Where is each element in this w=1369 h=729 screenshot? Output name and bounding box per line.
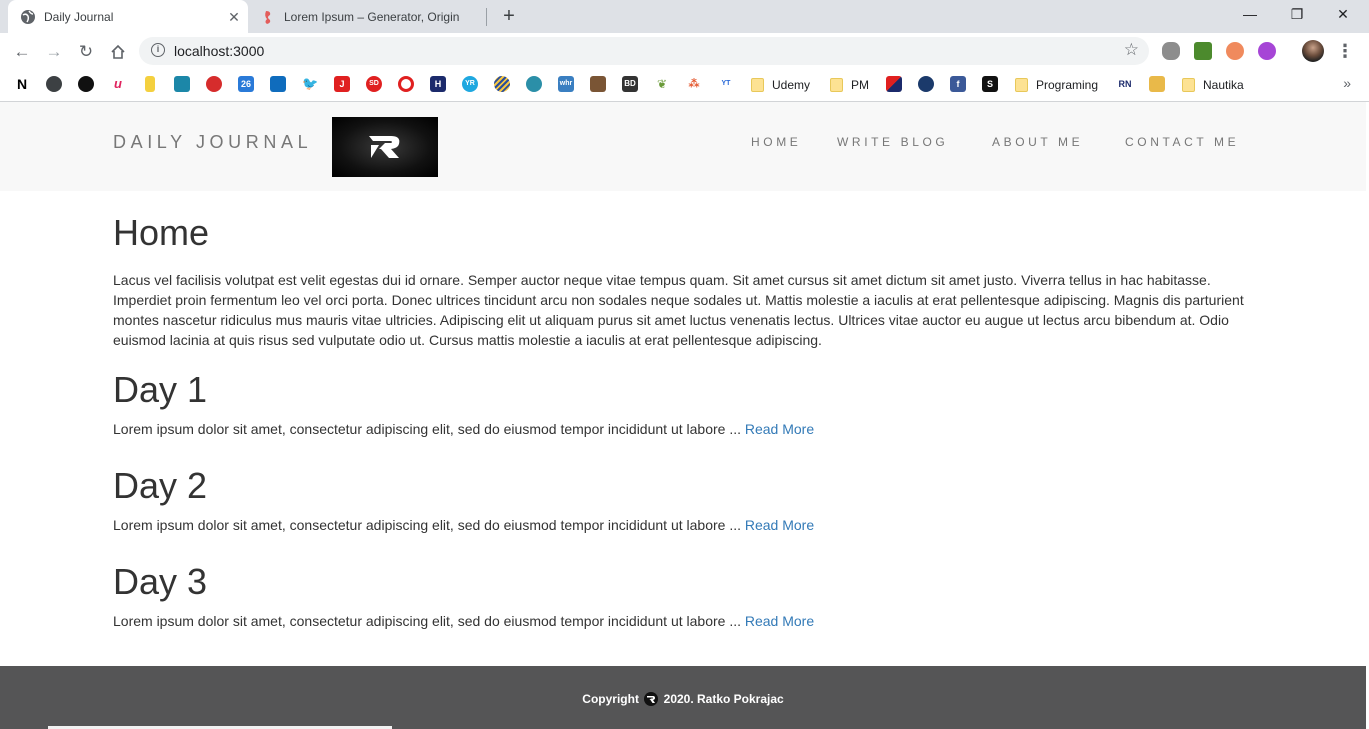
folder-icon bbox=[751, 78, 764, 92]
extension-purple-icon[interactable] bbox=[1258, 42, 1276, 60]
read-more-link[interactable]: Read More bbox=[745, 613, 814, 629]
copyright-text: Copyright 2020. Ratko Pokrajac bbox=[0, 692, 1366, 706]
bookmark-calendar-icon[interactable]: 26 bbox=[238, 76, 254, 92]
bookmark-github-icon[interactable] bbox=[78, 76, 94, 92]
new-tab-icon[interactable]: + bbox=[499, 6, 519, 27]
tab-strip: Daily Journal ✕ Lorem Ipsum – Generator,… bbox=[0, 0, 1369, 33]
browser-toolbar: ← → ↻ i localhost:3000 ☆ ⋮ bbox=[0, 33, 1369, 70]
post-title: Day 2 bbox=[113, 465, 208, 506]
bookmark-whr-icon[interactable]: whr bbox=[558, 76, 574, 92]
bookmark-folder-nautika[interactable]: Nautika bbox=[1182, 76, 1244, 94]
more-bookmarks-icon[interactable]: » bbox=[1343, 75, 1351, 91]
url-text: localhost:3000 bbox=[174, 43, 265, 59]
bookmark-h-icon[interactable]: H bbox=[430, 76, 446, 92]
post-title: Day 3 bbox=[113, 561, 208, 602]
close-window-icon[interactable]: ✕ bbox=[1331, 4, 1355, 24]
site-navbar: DAILY JOURNAL HOME WRITE BLOG ABOUT ME C… bbox=[0, 102, 1366, 191]
bookmark-leaf-icon[interactable]: ❦ bbox=[654, 76, 670, 92]
folder-label: Udemy bbox=[772, 78, 811, 92]
excerpt-text: Lorem ipsum dolor sit amet, consectetur … bbox=[113, 517, 741, 533]
bookmarks-bar: N u 26 🐦 J SD H YR whr BD ❦ ⁂ YT Udemy P… bbox=[0, 70, 1369, 102]
site-info-icon[interactable]: i bbox=[151, 43, 165, 57]
bookmark-record-icon[interactable] bbox=[398, 76, 414, 92]
copyright-prefix: Copyright bbox=[582, 692, 639, 706]
excerpt-text: Lorem ipsum dolor sit amet, consectetur … bbox=[113, 613, 741, 629]
globe-icon bbox=[20, 9, 36, 25]
tab-title: Daily Journal bbox=[44, 9, 114, 24]
avatar[interactable] bbox=[1302, 40, 1324, 62]
bookmark-red-icon[interactable] bbox=[206, 76, 222, 92]
tab-lorem-ipsum[interactable]: Lorem Ipsum – Generator, Origin bbox=[252, 0, 486, 33]
bookmark-globe-icon[interactable] bbox=[46, 76, 62, 92]
reload-icon[interactable]: ↻ bbox=[74, 40, 98, 64]
bookmark-dots-icon[interactable]: ⁂ bbox=[686, 76, 702, 92]
read-more-link[interactable]: Read More bbox=[745, 421, 814, 437]
page-title: Home bbox=[113, 212, 210, 253]
brand-logo bbox=[332, 117, 438, 177]
tab-daily-journal[interactable]: Daily Journal ✕ bbox=[8, 0, 248, 33]
bookmark-striped-icon[interactable] bbox=[494, 76, 510, 92]
bookmark-yellow-icon[interactable] bbox=[145, 76, 155, 92]
bookmark-photo-icon[interactable] bbox=[590, 76, 606, 92]
bookmark-rn-icon[interactable]: RN bbox=[1117, 76, 1133, 92]
post-excerpt: Lorem ipsum dolor sit amet, consectetur … bbox=[113, 515, 1248, 535]
folder-label: Programing bbox=[1036, 78, 1099, 92]
site-footer: Copyright 2020. Ratko Pokrajac bbox=[0, 666, 1366, 729]
bookmark-flag-icon[interactable] bbox=[886, 76, 902, 92]
bookmark-bd-icon[interactable]: BD bbox=[622, 76, 638, 92]
read-more-link[interactable]: Read More bbox=[745, 517, 814, 533]
post-excerpt: Lorem ipsum dolor sit amet, consectetur … bbox=[113, 419, 1248, 439]
bookmark-link-icon[interactable] bbox=[918, 76, 934, 92]
bookmark-notion-icon[interactable]: N bbox=[14, 76, 30, 92]
bookmark-udemy-u-icon[interactable]: u bbox=[110, 76, 126, 92]
back-icon[interactable]: ← bbox=[10, 40, 34, 64]
folder-label: Nautika bbox=[1203, 78, 1244, 92]
nav-contact-me[interactable]: CONTACT ME bbox=[1125, 135, 1239, 149]
extension-share-icon[interactable] bbox=[1226, 42, 1244, 60]
bookmark-character-icon[interactable] bbox=[1149, 76, 1165, 92]
copyright-logo-icon bbox=[644, 692, 659, 706]
bookmark-ytmp3-icon[interactable]: YT bbox=[718, 76, 734, 92]
copyright-suffix: 2020. Ratko Pokrajac bbox=[663, 692, 784, 706]
menu-icon[interactable]: ⋮ bbox=[1336, 42, 1354, 62]
folder-label: PM bbox=[851, 78, 869, 92]
bookmark-sd-icon[interactable]: SD bbox=[366, 76, 382, 92]
address-bar[interactable]: i localhost:3000 ☆ bbox=[139, 37, 1149, 65]
excerpt-text: Lorem ipsum dolor sit amet, consectetur … bbox=[113, 421, 741, 437]
tab-title: Lorem Ipsum – Generator, Origin bbox=[284, 9, 460, 24]
main-content: Home Lacus vel facilisis volutpat est ve… bbox=[113, 191, 1248, 631]
lorem-ipsum-favicon-icon bbox=[260, 9, 276, 25]
bookmark-yr-icon[interactable]: YR bbox=[462, 76, 478, 92]
bookmark-j-icon[interactable]: J bbox=[334, 76, 350, 92]
extension-html-icon[interactable] bbox=[1194, 42, 1212, 60]
bookmark-star-icon[interactable]: ☆ bbox=[1124, 40, 1139, 60]
intro-paragraph: Lacus vel facilisis volutpat est velit e… bbox=[113, 272, 1244, 348]
bookmark-outlook-icon[interactable] bbox=[270, 76, 286, 92]
bookmark-teal-icon[interactable] bbox=[174, 76, 190, 92]
close-tab-icon[interactable]: ✕ bbox=[226, 9, 242, 25]
bookmark-folder-udemy[interactable]: Udemy bbox=[751, 76, 810, 94]
extension-bug-icon[interactable] bbox=[1162, 42, 1180, 60]
bookmark-twitter-icon[interactable]: 🐦 bbox=[302, 76, 318, 92]
restore-icon[interactable]: ❐ bbox=[1285, 4, 1309, 24]
bookmark-facebook-icon[interactable]: f bbox=[950, 76, 966, 92]
folder-icon bbox=[830, 78, 843, 92]
home-icon[interactable] bbox=[106, 40, 130, 64]
nav-about-me[interactable]: ABOUT ME bbox=[992, 135, 1083, 149]
folder-icon bbox=[1182, 78, 1195, 92]
site-brand[interactable]: DAILY JOURNAL bbox=[113, 132, 312, 153]
nav-write-blog[interactable]: WRITE BLOG bbox=[837, 135, 948, 149]
folder-icon bbox=[1015, 78, 1028, 92]
bookmark-folder-programing[interactable]: Programing bbox=[1015, 76, 1098, 94]
r-logo-icon bbox=[369, 136, 400, 158]
bookmark-folder-pm[interactable]: PM bbox=[830, 76, 869, 94]
bookmark-s-icon[interactable]: S bbox=[982, 76, 998, 92]
nav-home[interactable]: HOME bbox=[751, 135, 801, 149]
post-title: Day 1 bbox=[113, 369, 208, 410]
forward-icon[interactable]: → bbox=[42, 40, 66, 64]
post-excerpt: Lorem ipsum dolor sit amet, consectetur … bbox=[113, 611, 1248, 631]
bookmark-earth-icon[interactable] bbox=[526, 76, 542, 92]
minimize-icon[interactable]: — bbox=[1238, 4, 1262, 24]
tab-separator bbox=[486, 8, 487, 26]
